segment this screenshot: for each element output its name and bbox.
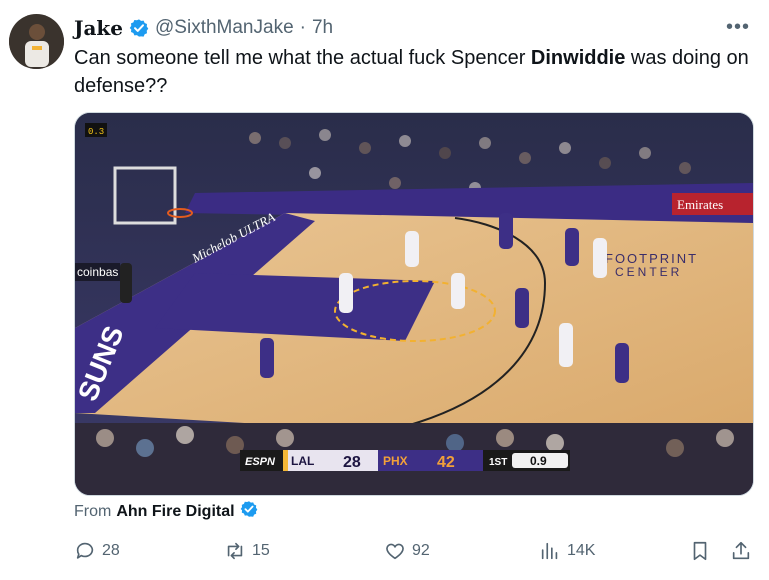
- footprint-text: FOOTPRINT: [605, 251, 698, 266]
- tweet-text: Can someone tell me what the actual fuck…: [74, 44, 754, 100]
- tweet-header: Jake @SixthManJake · 7h: [74, 14, 333, 42]
- retweet-button[interactable]: 15: [224, 536, 270, 566]
- source-attribution: From Ahn Fire Digital: [74, 500, 258, 523]
- source-prefix: From: [74, 502, 112, 520]
- separator-dot: ·: [299, 17, 306, 38]
- team2-name: PHX: [383, 454, 408, 468]
- retweet-icon: [227, 542, 243, 560]
- team1-name: LAL: [291, 454, 314, 468]
- bookmark-button[interactable]: [689, 536, 711, 566]
- source-name[interactable]: Ahn Fire Digital: [116, 503, 234, 521]
- quarter-label: 1ST: [489, 457, 507, 468]
- author-avatar[interactable]: [9, 14, 64, 69]
- tweet-text-part: Can someone tell me what the actual fuck…: [74, 47, 531, 69]
- verified-badge-icon: [129, 18, 149, 38]
- heart-icon: [386, 543, 404, 560]
- share-button[interactable]: [730, 536, 752, 566]
- basketball-court-scene: Emirates FOOTPRINT CENTER coinbas SUNS M…: [75, 113, 753, 495]
- bookmark-icon: [693, 541, 707, 561]
- views-button[interactable]: 14K: [539, 536, 595, 566]
- author-handle[interactable]: @SixthManJake: [155, 14, 294, 42]
- view-count: 14K: [567, 542, 596, 559]
- source-verified-icon: [240, 500, 258, 523]
- shot-clock: 0.3: [88, 127, 104, 137]
- game-clock: 0.9: [530, 454, 547, 468]
- tweet-text-highlight: Dinwiddie: [530, 47, 626, 69]
- like-button[interactable]: 92: [384, 536, 430, 566]
- analytics-icon: [541, 542, 558, 560]
- network-logo: ESPN: [245, 456, 276, 468]
- team1-score: 28: [343, 454, 361, 471]
- coinbase-sign: coinbas: [77, 265, 118, 279]
- author-name[interactable]: Jake: [74, 14, 123, 42]
- center-text: CENTER: [615, 265, 682, 279]
- retweet-count: 15: [252, 542, 270, 559]
- reply-icon: [76, 542, 94, 559]
- team2-score: 42: [437, 454, 455, 471]
- like-count: 92: [412, 542, 430, 559]
- emirates-sign: Emirates: [677, 197, 723, 212]
- reply-button[interactable]: 28: [74, 536, 120, 566]
- tweet-media-image[interactable]: Emirates FOOTPRINT CENTER coinbas SUNS M…: [74, 112, 754, 496]
- more-options-icon[interactable]: •••: [726, 16, 750, 39]
- share-icon: [732, 541, 750, 560]
- tweet-actions-bar: 28 15 92 14K: [74, 536, 754, 566]
- scoreboard: ESPN LAL 28 PHX 42 1ST 0.9: [240, 450, 570, 471]
- reply-count: 28: [102, 542, 120, 559]
- tweet-timestamp[interactable]: 7h: [312, 14, 333, 42]
